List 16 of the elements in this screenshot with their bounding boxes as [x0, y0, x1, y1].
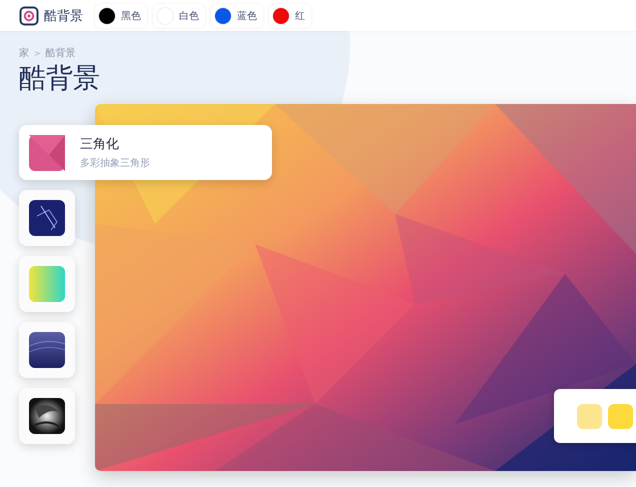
style-title: 三角化: [80, 136, 120, 153]
style-card[interactable]: [19, 322, 75, 378]
color-chip[interactable]: 蓝色: [211, 4, 263, 28]
color-chip[interactable]: 红: [269, 4, 311, 28]
logo-icon[interactable]: [19, 6, 39, 26]
color-swatch[interactable]: [577, 404, 602, 428]
color-swatch[interactable]: [608, 404, 633, 428]
style-card[interactable]: 三角化 多彩抽象三角形: [19, 125, 272, 180]
color-chip[interactable]: 白色: [153, 4, 205, 28]
logo-text[interactable]: 酷背景: [44, 6, 83, 24]
style-card[interactable]: [19, 190, 75, 246]
breadcrumb-separator: >: [34, 48, 41, 58]
color-chip[interactable]: 黑色: [95, 4, 147, 28]
page-title: 酷背景: [19, 62, 101, 96]
style-description: 多彩抽象三角形: [80, 156, 150, 170]
style-card[interactable]: [19, 388, 75, 444]
